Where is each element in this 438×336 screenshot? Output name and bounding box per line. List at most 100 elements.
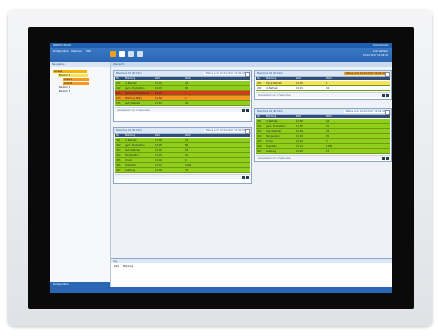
table-cell: 1180 (326, 144, 333, 148)
column-header: Zeit (296, 115, 301, 118)
tree-item[interactable]: Bereich 2 (58, 86, 88, 89)
tree-item[interactable]: Linie B (63, 82, 89, 85)
list-view-icon[interactable] (382, 93, 385, 97)
column-header: Meldung (266, 77, 277, 80)
product-photo-backdrop: SIMATIC WinCC Administrator Konfiguratio… (0, 0, 438, 336)
table-cell: 202 (257, 86, 262, 90)
document-icon[interactable] (119, 51, 125, 57)
table-cell: 12:03 (155, 86, 162, 90)
table-cell: 105 (116, 101, 121, 105)
panel-status-badge: Status vom 10.04.2017 12:06:32 (344, 72, 386, 75)
auto-refresh-label[interactable]: Auto Refresh (373, 50, 388, 53)
table-cell: Temperatur (266, 134, 280, 138)
table-cell: 11:58 (155, 96, 162, 100)
status-bar (50, 287, 392, 293)
table-row[interactable]: 307 Leistung 12:00 78 (115, 168, 250, 173)
column-header: Wert (185, 77, 191, 80)
column-header-row: Nr. Meldung Zeit Wert (115, 77, 250, 80)
expand-icon[interactable] (386, 156, 389, 160)
table-cell: 12:01 (296, 144, 303, 148)
tree-item[interactable]: Anlage (53, 70, 87, 73)
table-cell: 88 (185, 143, 189, 147)
table-row[interactable]: 202 In Betrieb 12:01 OK (256, 86, 390, 91)
column-header: Wert (185, 134, 191, 137)
menu-hilfe[interactable]: Hilfe (86, 50, 91, 53)
table-cell: 304 (116, 153, 121, 157)
column-header: Meldung (125, 77, 136, 80)
sidebar-header: Navigation (50, 62, 110, 67)
list-view-icon[interactable] (382, 156, 385, 160)
main-area: Übersicht Maschine 01 (ID 101) Status vom… (111, 62, 392, 288)
table-cell: 306 (116, 163, 121, 167)
table-cell: 12:02 (155, 158, 162, 162)
table-cell: 1 (326, 81, 328, 85)
hmi-screen: SIMATIC WinCC Administrator Konfiguratio… (50, 43, 392, 293)
machine-panel-2: Maschine 02 (ID 102) Status vom 10.04.201… (254, 70, 392, 100)
table-cell: 12:04 (155, 81, 162, 85)
table-cell: 302 (116, 143, 121, 147)
table-cell: 201 (257, 81, 262, 85)
menu-konfiguration[interactable]: Konfiguration (53, 50, 69, 53)
clock-readout: 10.04.2017 12:06:32 (362, 54, 388, 57)
machine-panel-4: Maschine 04 (ID 104) Status vom 10.04.201… (254, 108, 392, 162)
table-cell: 305 (116, 158, 121, 162)
table-cell: 39 (326, 134, 330, 138)
panel-status-badge: Status vom 10.04.2017 12:06:32 (344, 110, 386, 113)
column-header: Zeit (296, 77, 301, 80)
settings-icon[interactable] (137, 51, 143, 57)
expand-icon[interactable] (246, 108, 249, 112)
list-view-icon[interactable] (242, 175, 245, 179)
tree-item-label: Bereich 3 (59, 90, 71, 93)
tree-item[interactable]: Bereich 1 (58, 74, 88, 77)
log-column-message: Meldung (123, 265, 134, 268)
table-cell: 5 (326, 139, 328, 143)
panel-title: Maschine 04 (ID 104) (257, 110, 283, 113)
table-cell: 307 (116, 168, 121, 172)
table-cell: 12:06 (296, 119, 303, 123)
table-cell: 301 (116, 138, 121, 142)
column-header-row: Nr. Meldung Zeit Wert (256, 115, 390, 118)
user-label: Administrator (372, 44, 389, 47)
table-cell: In Betrieb (266, 119, 278, 123)
tree-item[interactable]: Linie A (63, 78, 89, 81)
panel-footer-label: Aktualisiert vor 2 Sekunden (258, 156, 292, 160)
panel-footer: Aktualisiert vor 2 Sekunden (256, 155, 390, 160)
table-cell: 91 (326, 124, 330, 128)
table-row[interactable]: 105 Auto Betrieb 11:40 OK (115, 101, 250, 106)
log-column-time: Zeit (114, 265, 119, 268)
expand-icon[interactable] (246, 175, 249, 179)
toolbar: Konfiguration Optionen Hilfe Auto Refres… (50, 48, 392, 62)
table-cell: Auto Betrieb (125, 148, 140, 152)
table-cell: 2 (185, 96, 187, 100)
table-cell: In Betrieb (266, 86, 278, 90)
table-cell: OK (185, 138, 189, 142)
table-cell: 102 (116, 86, 121, 90)
column-header: Nr. (257, 77, 261, 80)
table-row[interactable]: 407 Leistung 12:00 74 (256, 149, 390, 154)
menu-optionen[interactable]: Optionen (71, 50, 82, 53)
main-header-label: Übersicht (113, 63, 125, 66)
tree-item[interactable]: Bereich 3 (58, 90, 88, 93)
list-view-icon[interactable] (242, 108, 245, 112)
table-cell: 403 (257, 129, 262, 133)
alarm-icon[interactable] (110, 51, 116, 57)
table-cell: OK (326, 119, 330, 123)
table-cell: Druck (266, 139, 274, 143)
table-cell: 1200 (185, 163, 192, 167)
table-cell: Auto Betrieb (266, 129, 281, 133)
table-cell: Auto Betrieb (125, 101, 140, 105)
navigation-sidebar: Navigation Anlage Bereich 1 Linie A Linie B… (50, 62, 111, 287)
column-header: Zeit (155, 77, 160, 80)
table-cell: 12:00 (296, 149, 303, 153)
panel-footer (115, 174, 250, 179)
log-header-label: Log (113, 259, 118, 263)
table-cell: gem. Produktion (125, 86, 145, 90)
column-header: Nr. (116, 134, 120, 137)
table-cell: 404 (257, 134, 262, 138)
panel-title: Maschine 01 (ID 101) (116, 72, 142, 75)
table-cell: 406 (257, 144, 262, 148)
expand-icon[interactable] (386, 93, 389, 97)
search-icon[interactable] (128, 51, 134, 57)
table-cell: 103 (116, 91, 121, 95)
table-cell: Drehzahl (266, 144, 277, 148)
